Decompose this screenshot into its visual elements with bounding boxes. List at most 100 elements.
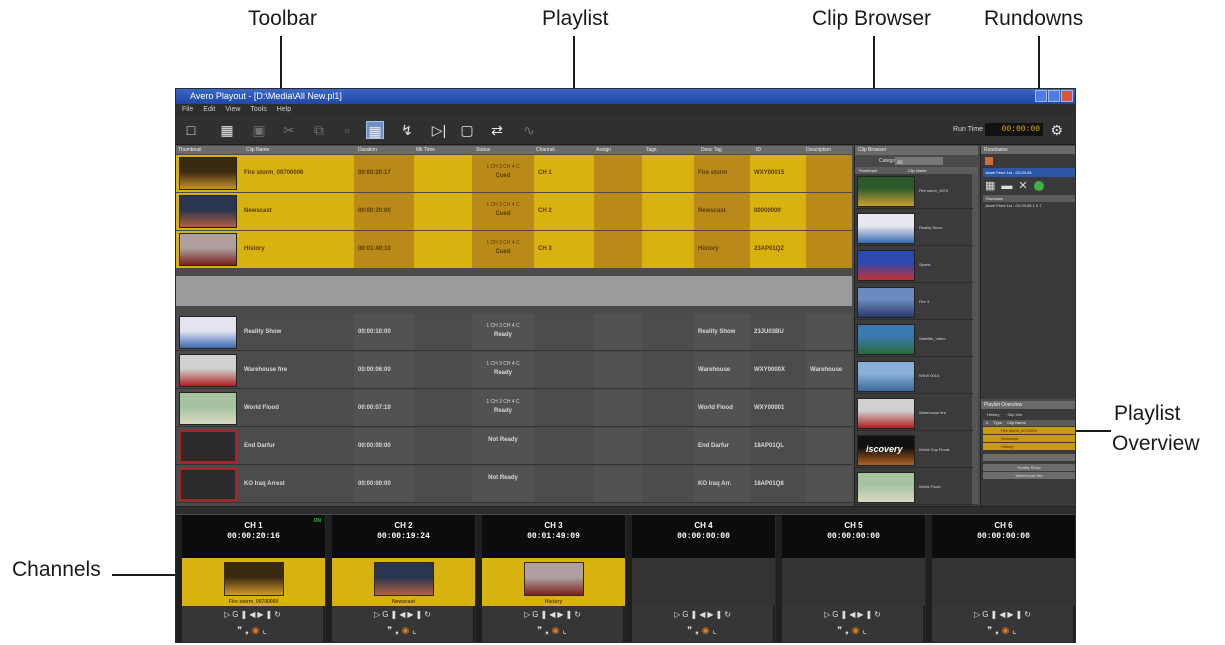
id-cell[interactable]: WXY00001 — [750, 390, 806, 426]
tags-cell[interactable] — [642, 193, 694, 230]
mk-time-cell[interactable] — [414, 390, 472, 426]
playlist-row[interactable]: Fire storm_00700006 00:00:20:17 1 CH 3 CH … — [176, 155, 852, 192]
next-icon[interactable]: ▶❚ — [557, 610, 574, 619]
overview-row[interactable]: Warehouse fire — [983, 472, 1075, 479]
duration-cell[interactable]: 00:00:20:00 — [354, 193, 414, 230]
status-cell[interactable]: 1 CH 3 CH 4 C Cued — [472, 231, 534, 268]
description-cell[interactable] — [806, 314, 852, 350]
tab-history[interactable]: History — [987, 409, 999, 420]
channel-clip-slot[interactable] — [632, 558, 775, 606]
eject-icon[interactable]: ⌞ — [563, 625, 570, 635]
duration-cell[interactable]: 00:00:10:00 — [354, 314, 414, 350]
cut-icon[interactable]: ✂ — [280, 121, 298, 139]
channel-cell[interactable] — [534, 428, 594, 464]
id-cell[interactable]: WXY0000X — [750, 352, 806, 388]
tab-clip-info[interactable]: Clip Info — [1007, 409, 1022, 420]
playlist-column-header[interactable]: Duration — [358, 146, 377, 154]
playlist-column-header[interactable]: ID — [756, 146, 761, 154]
playlist-row[interactable]: KO Iraq Arrest 00:00:00:00 Not Ready KO Ira… — [176, 466, 852, 503]
clip-name-cell[interactable]: Fire storm_00700006 — [240, 155, 354, 192]
overview-row[interactable]: Reality Show — [983, 464, 1075, 471]
description-cell[interactable] — [806, 466, 852, 502]
clip-name-cell[interactable]: End Darfur — [240, 428, 354, 464]
duration-cell[interactable]: 00:00:07:19 — [354, 390, 414, 426]
overview-row[interactable]: Fire storm_0070000 — [983, 427, 1075, 434]
channel-cell[interactable] — [534, 314, 594, 350]
eject-icon[interactable]: ⌞ — [1013, 625, 1020, 635]
clip-browser-item[interactable]: World Flood — [855, 470, 973, 505]
clip-name-cell[interactable]: Warehouse fire — [240, 352, 354, 388]
channel-cell[interactable]: CH 1 — [534, 155, 594, 192]
status-cell[interactable]: 1 CH 3 CH 4 C Cued — [472, 193, 534, 230]
tags-cell[interactable] — [642, 231, 694, 268]
playlist-column-header[interactable]: Mk Time — [416, 146, 435, 154]
record-icon[interactable]: ◉ — [702, 625, 713, 635]
clip-browser-item[interactable]: WXW 0014 — [855, 359, 973, 394]
open-rundown-icon[interactable]: ▦ — [985, 181, 995, 192]
channel-clip-slot[interactable] — [932, 558, 1075, 606]
clip-name-cell[interactable]: KO Iraq Arrest — [240, 466, 354, 502]
id-cell[interactable]: 00000000 — [750, 193, 806, 230]
id-cell[interactable]: 18AP01Q8 — [750, 466, 806, 502]
desc-tag-cell[interactable]: World Flood — [694, 390, 750, 426]
menu-help[interactable]: Help — [277, 104, 291, 116]
skip-icon[interactable]: ❚◀ — [690, 610, 707, 619]
desc-tag-cell[interactable]: End Darfur — [694, 428, 750, 464]
channel-clip-slot[interactable]: Fire storm_00700000 — [182, 558, 325, 606]
loop-icon[interactable]: ↻ — [574, 610, 583, 619]
clip-name-cell[interactable]: World Flood — [240, 390, 354, 426]
next-icon[interactable]: ▶❚ — [1007, 610, 1024, 619]
paste-icon[interactable]: ▫ — [338, 121, 356, 139]
clip-name-cell[interactable]: Reality Show — [240, 314, 354, 350]
playlist-row[interactable]: Newscast 00:00:20:00 1 CH 3 CH 4 C Cued CH 2… — [176, 193, 852, 230]
playlist-column-header[interactable]: Clip Name — [246, 146, 269, 154]
tags-cell[interactable] — [642, 314, 694, 350]
playlist-column-header[interactable]: Channel — [536, 146, 555, 154]
menu-tools[interactable]: Tools — [250, 104, 266, 116]
loop-icon[interactable]: ↻ — [424, 610, 433, 619]
disabled-tool-icon[interactable]: ∿ — [520, 121, 538, 139]
id-cell[interactable]: 23JU03BU — [750, 314, 806, 350]
record-icon[interactable]: ◉ — [552, 625, 563, 635]
copy-icon[interactable]: ⧉ — [310, 121, 328, 139]
rundown-folder-icon[interactable] — [985, 157, 993, 165]
next-icon[interactable]: ▶❚ — [407, 610, 424, 619]
next-icon[interactable]: ▶❚ — [707, 610, 724, 619]
minimize-button[interactable] — [1035, 90, 1047, 102]
description-cell[interactable] — [806, 428, 852, 464]
stop-icon[interactable]: ▢ — [458, 121, 476, 139]
mk-time-cell[interactable] — [414, 193, 472, 230]
mark-in-icon[interactable]: ❞ — [387, 625, 395, 635]
next-icon[interactable]: ▶❚ — [857, 610, 874, 619]
rundown-item[interactable]: Jewel Feed 1st - 03-09-08 1 0 7 — [981, 202, 1075, 210]
clip-name-cell[interactable]: Newscast — [240, 193, 354, 230]
playlist-column-header[interactable]: Assign — [596, 146, 611, 154]
clip-browser-item[interactable]: Fire 3 — [855, 285, 973, 320]
category-select[interactable]: All — [895, 157, 943, 166]
playlist-row[interactable]: Warehouse fire 00:00:06:00 1 CH 3 CH 4 C Re… — [176, 352, 852, 389]
id-cell[interactable]: 18AP01QL — [750, 428, 806, 464]
branch-icon[interactable]: ↯ — [398, 121, 416, 139]
desc-tag-cell[interactable]: Warehouse — [694, 352, 750, 388]
playlist-row[interactable]: World Flood 00:00:07:19 1 CH 3 CH 4 C Ready… — [176, 390, 852, 427]
skip-icon[interactable]: ❚◀ — [540, 610, 557, 619]
eject-icon[interactable]: ⌞ — [413, 625, 420, 635]
assign-cell[interactable] — [594, 352, 642, 388]
status-cell[interactable]: 1 CH 3 CH 4 C Ready — [472, 314, 534, 350]
grid-view-icon[interactable]: ▦ — [366, 121, 384, 139]
loop-icon[interactable]: ↻ — [724, 610, 733, 619]
record-icon[interactable]: ◉ — [1002, 625, 1013, 635]
mark-in-icon[interactable]: ❞ — [837, 625, 845, 635]
status-cell[interactable]: 1 CH 3 CH 4 C Ready — [472, 390, 534, 426]
assign-cell[interactable] — [594, 231, 642, 268]
eject-icon[interactable]: ⌞ — [863, 625, 870, 635]
mark-in-icon[interactable]: ❞ — [237, 625, 245, 635]
playlist-column-header[interactable]: Status — [476, 146, 490, 154]
duration-cell[interactable]: 00:00:06:00 — [354, 352, 414, 388]
clip-name-cell[interactable]: History — [240, 231, 354, 268]
mk-time-cell[interactable] — [414, 466, 472, 502]
eject-icon[interactable]: ⌞ — [713, 625, 720, 635]
description-cell[interactable]: Warehouse — [806, 352, 852, 388]
overview-row[interactable]: Newscast — [983, 435, 1075, 442]
skip-icon[interactable]: ❚◀ — [840, 610, 857, 619]
